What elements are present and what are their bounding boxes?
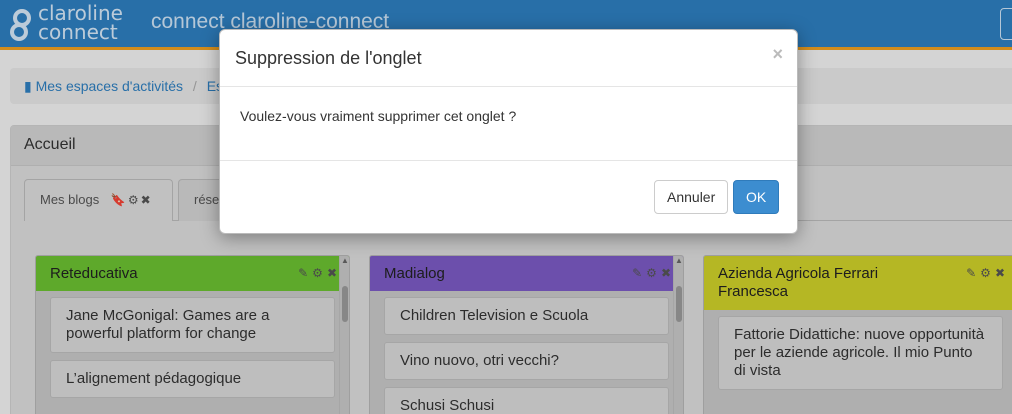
cancel-button[interactable]: Annuler — [654, 180, 729, 214]
ok-button[interactable]: OK — [733, 180, 779, 214]
modal-header: Suppression de l'onglet × — [220, 30, 797, 87]
close-icon[interactable]: × — [772, 44, 783, 65]
modal-title: Suppression de l'onglet — [235, 48, 422, 68]
modal-footer: Annuler OK — [220, 161, 797, 233]
modal-message: Voulez-vous vraiment supprimer cet ongle… — [220, 87, 797, 161]
delete-tab-modal: Suppression de l'onglet × Voulez-vous vr… — [219, 29, 798, 234]
